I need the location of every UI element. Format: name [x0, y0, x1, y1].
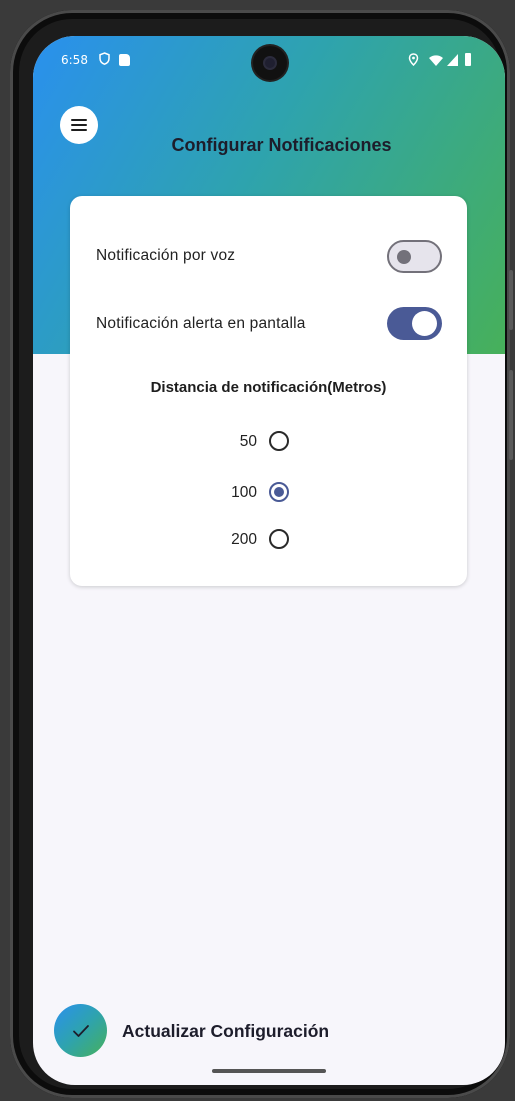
- power-button: [509, 370, 513, 460]
- sd-card-icon: [119, 54, 130, 66]
- status-time: 6:58: [61, 53, 88, 67]
- menu-icon: [71, 119, 87, 132]
- wifi-icon: [429, 55, 443, 66]
- distance-option-label: 200: [231, 531, 257, 548]
- shield-icon: [99, 52, 110, 65]
- toggle-knob: [397, 249, 411, 264]
- distance-title: Distancia de notificación(Metros): [150, 379, 387, 396]
- distance-option-200[interactable]: 200: [70, 527, 467, 553]
- screen-alert-label: Notificación alerta en pantalla: [96, 315, 306, 332]
- home-indicator[interactable]: [212, 1069, 326, 1073]
- screen-alert-toggle[interactable]: [387, 307, 442, 340]
- distance-option-50[interactable]: 50: [70, 429, 467, 455]
- voice-notification-label: Notificación por voz: [96, 247, 236, 264]
- radio-button[interactable]: [269, 529, 289, 549]
- volume-button: [509, 270, 513, 330]
- toggle-knob: [412, 311, 437, 336]
- voice-notification-toggle[interactable]: [387, 240, 442, 273]
- app-screen: 6:58 Configurar Notificaciones Notificac…: [33, 36, 505, 1085]
- battery-icon: [465, 53, 471, 66]
- distance-option-label: 50: [239, 433, 257, 450]
- update-settings-button[interactable]: [54, 1004, 107, 1057]
- status-bar: 6:58: [33, 36, 505, 80]
- update-settings-label[interactable]: Actualizar Configuración: [122, 1021, 329, 1042]
- signal-icon: [447, 54, 458, 66]
- distance-option-label: 100: [231, 484, 257, 501]
- distance-option-100[interactable]: 100: [70, 480, 467, 506]
- front-camera: [253, 46, 287, 80]
- settings-card: Notificación por voz Notificación alerta…: [70, 196, 467, 586]
- page-title: Configurar Notificaciones: [171, 135, 392, 155]
- radio-button[interactable]: [269, 431, 289, 451]
- check-icon: [72, 1024, 89, 1037]
- radio-button[interactable]: [269, 482, 289, 502]
- location-icon: [408, 53, 419, 66]
